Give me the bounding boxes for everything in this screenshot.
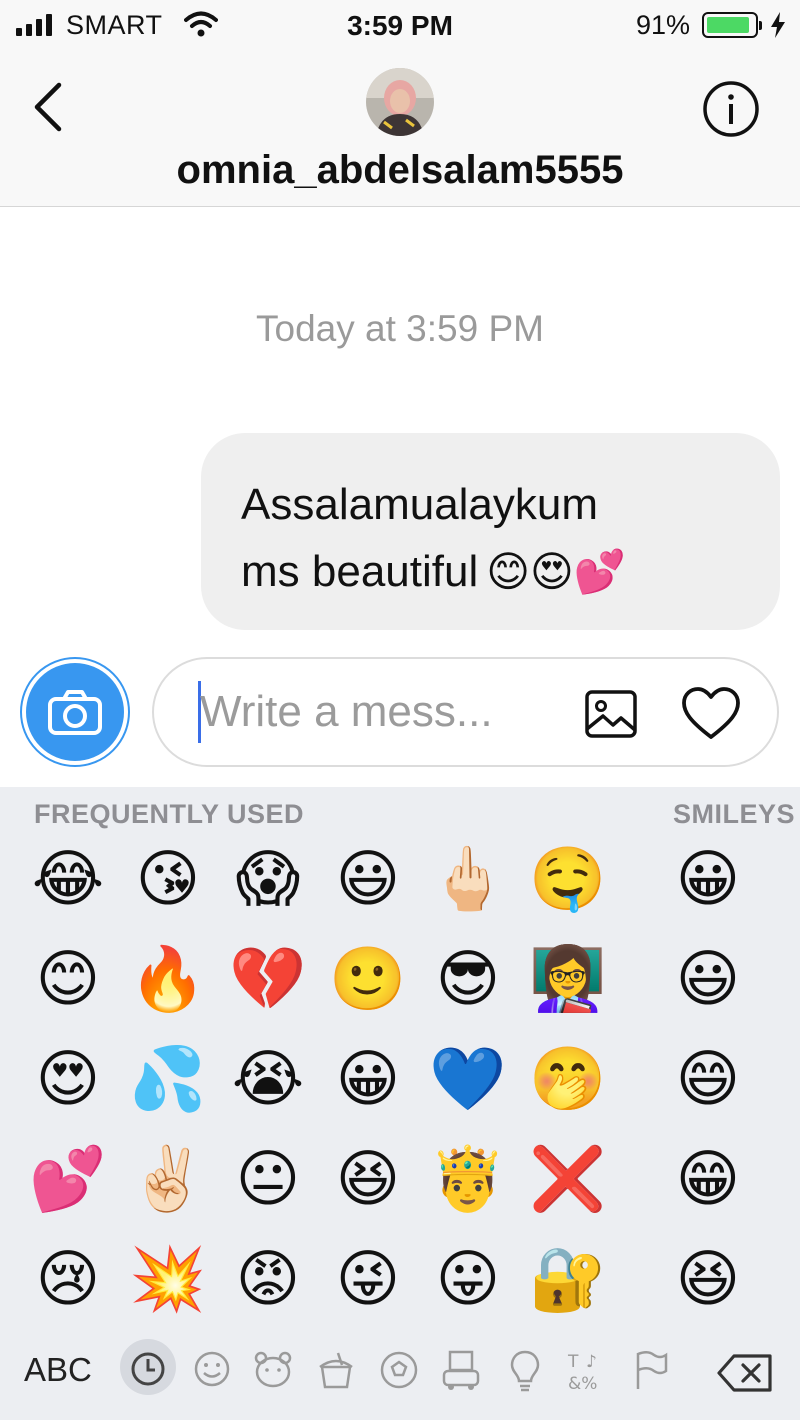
emoji-key[interactable]: 😘	[128, 839, 208, 919]
delete-backspace-icon[interactable]	[716, 1353, 774, 1393]
emoji-key[interactable]: 🤴	[428, 1139, 508, 1219]
clock-category-icon[interactable]	[128, 1349, 168, 1389]
emoji-key[interactable]: 🔐	[528, 1239, 608, 1319]
emoji-key[interactable]: 😊	[28, 939, 108, 1019]
emoji-key[interactable]: 😆	[328, 1139, 408, 1219]
status-bar: SMART 3:59 PM 91%	[0, 0, 800, 52]
emoji-key[interactable]: 😆	[668, 1239, 748, 1319]
svg-text:T: T	[567, 1352, 579, 1372]
info-icon[interactable]	[702, 80, 760, 138]
message-timestamp: Today at 3:59 PM	[256, 308, 544, 349]
emoji-key[interactable]: 🤭	[528, 1039, 608, 1119]
emoji-key[interactable]: 😂	[28, 839, 108, 919]
objects-category-icon[interactable]	[508, 1349, 542, 1393]
emoji-key[interactable]: 🤤	[528, 839, 608, 919]
emoji-key[interactable]: 😍	[28, 1039, 108, 1119]
emoji-key[interactable]: 😛	[428, 1239, 508, 1319]
camera-button[interactable]	[20, 657, 130, 767]
emoji-key[interactable]: ❌	[528, 1139, 608, 1219]
flags-category-icon[interactable]	[632, 1349, 668, 1391]
emoji-key[interactable]: 😃	[328, 839, 408, 919]
heart-icon[interactable]	[680, 685, 742, 743]
emoji-key[interactable]: 😡	[228, 1239, 308, 1319]
emoji-key[interactable]: 💙	[428, 1039, 508, 1119]
emoji-key[interactable]: 💔	[228, 939, 308, 1019]
gallery-icon[interactable]	[582, 685, 640, 743]
conversation-header: omnia_abdelsalam5555	[0, 52, 800, 207]
battery-percentage: 91%	[635, 10, 690, 40]
message-bubble[interactable]: Assalamualaykum ms beautiful 😊😍💕	[201, 433, 780, 630]
message-input[interactable]	[200, 681, 560, 743]
emoji-key[interactable]: 😄	[668, 1039, 748, 1119]
emoji-key[interactable]: 🖕🏻	[428, 839, 508, 919]
section-header-smileys: SMILEYS	[673, 799, 796, 829]
emoji-key[interactable]: 😀	[668, 839, 748, 919]
emoji-key[interactable]: 😀	[328, 1039, 408, 1119]
emoji-key[interactable]: 🔥	[128, 939, 208, 1019]
emoji-key[interactable]: 😎	[428, 939, 508, 1019]
conversation-username[interactable]: omnia_abdelsalam5555	[0, 148, 800, 193]
emoji-key[interactable]: 😃	[668, 939, 748, 1019]
charging-bolt-icon	[771, 12, 785, 38]
emoji-key[interactable]: 💥	[128, 1239, 208, 1319]
food-category-icon[interactable]	[316, 1349, 356, 1391]
emoji-key[interactable]: 💕	[28, 1139, 108, 1219]
message-input-container	[152, 657, 779, 767]
emoji-key[interactable]: 😱	[228, 839, 308, 919]
emoji-key[interactable]: 😐	[228, 1139, 308, 1219]
camera-icon	[48, 690, 102, 735]
message-text-line: ms beautiful 😊😍💕	[241, 547, 627, 596]
emoji-key[interactable]: 🙂	[328, 939, 408, 1019]
battery-icon	[702, 12, 762, 38]
emoji-key[interactable]: ✌🏻	[128, 1139, 208, 1219]
message-emojis: 😊😍💕	[486, 548, 627, 595]
emoji-key[interactable]: 👩‍🏫	[528, 939, 608, 1019]
abc-key[interactable]: ABC	[24, 1351, 92, 1389]
section-header-frequently-used: FREQUENTLY USED	[34, 799, 305, 829]
svg-text:♪: ♪	[586, 1352, 597, 1372]
emoji-key[interactable]: 😁	[668, 1139, 748, 1219]
travel-category-icon[interactable]	[440, 1349, 482, 1393]
emoji-key[interactable]: 💦	[128, 1039, 208, 1119]
emoji-key[interactable]: 😜	[328, 1239, 408, 1319]
back-chevron-icon[interactable]	[32, 82, 64, 132]
emoji-keyboard: FREQUENTLY USED SMILEYS 😂 😘 😱 😃 🖕🏻 🤤 😊 🔥 💔 🙂 😎 👩‍🏫 😍…	[0, 787, 800, 1420]
avatar[interactable]	[366, 68, 434, 136]
message-text-line: Assalamualaykum	[241, 480, 599, 529]
smiley-category-icon[interactable]	[192, 1349, 232, 1389]
keyboard-toolbar: ABC T ♪ &%	[0, 1335, 800, 1420]
svg-text:&%: &%	[568, 1374, 597, 1393]
activity-category-icon[interactable]	[378, 1349, 420, 1391]
animals-category-icon[interactable]	[252, 1349, 294, 1389]
emoji-key[interactable]: 😢	[28, 1239, 108, 1319]
symbols-category-icon[interactable]: T ♪ &%	[566, 1349, 608, 1393]
emoji-key[interactable]: 😭	[228, 1039, 308, 1119]
